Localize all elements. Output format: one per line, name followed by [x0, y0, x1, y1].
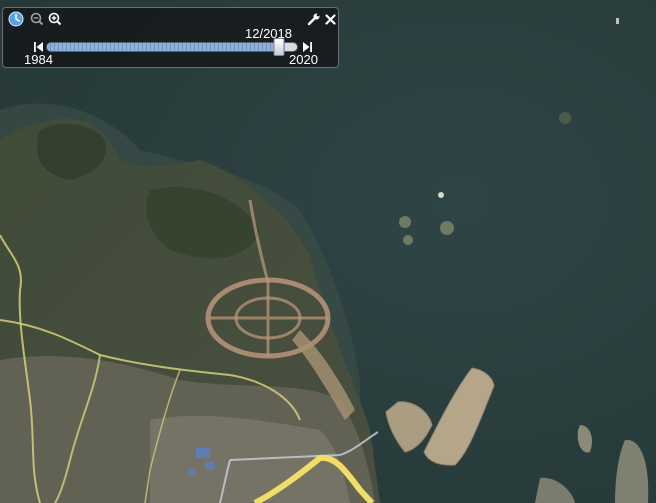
zoom-in-icon[interactable]: [46, 10, 63, 28]
satellite-map[interactable]: [0, 0, 656, 503]
small-island: [440, 221, 454, 235]
end-year-label: 2020: [289, 52, 318, 67]
historical-imagery-timebar: 12/2018 1984 2020: [2, 7, 339, 68]
small-island: [438, 192, 444, 198]
timeline-slider-handle[interactable]: [273, 38, 285, 56]
building-cluster: [196, 448, 210, 458]
building-cluster: [205, 462, 215, 470]
small-island: [559, 112, 571, 124]
zoom-out-icon[interactable]: [28, 10, 45, 28]
timeline-track[interactable]: [46, 42, 298, 52]
start-year-label: 1984: [24, 52, 53, 67]
building-cluster: [188, 470, 196, 476]
wrench-icon[interactable]: [305, 10, 322, 28]
small-island: [399, 216, 411, 228]
clock-icon[interactable]: [6, 10, 26, 28]
timeline-fill: [47, 43, 285, 51]
boat: [616, 18, 619, 24]
current-date-label: 12/2018: [245, 26, 292, 41]
small-island: [403, 235, 413, 245]
close-icon[interactable]: [323, 10, 338, 28]
